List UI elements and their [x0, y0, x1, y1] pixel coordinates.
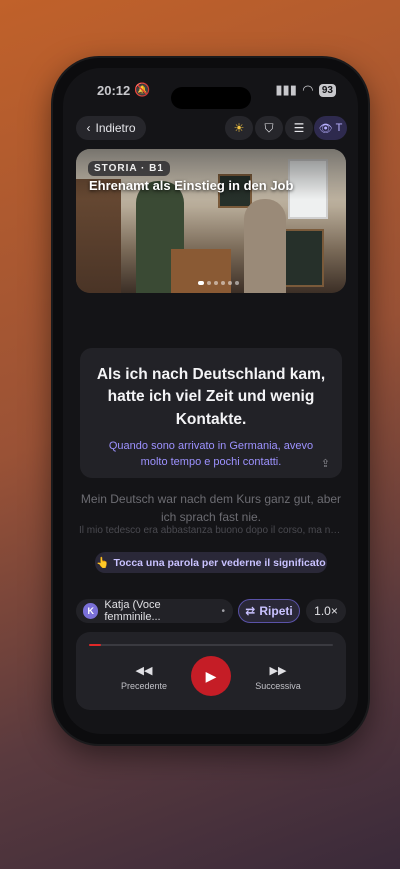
next-button[interactable]: ▶▶ Successiva: [248, 664, 308, 691]
eye-icon: 👁: [318, 122, 333, 135]
tap-word-hint: 👆 Tocca una parola per vederne il signif…: [95, 552, 327, 573]
rewind-icon: ◀◀: [135, 665, 153, 677]
status-time: 20:12 🔕: [97, 82, 151, 98]
play-button[interactable]: ▶: [191, 656, 231, 696]
bookmark-icon: ⛉: [264, 120, 274, 135]
voice-selector[interactable]: K Katja (Voce femminile... •: [76, 599, 233, 623]
bookmark-button[interactable]: ⛉: [255, 116, 283, 140]
voice-avatar: K: [83, 603, 99, 619]
share-icon[interactable]: ⇪: [321, 457, 330, 470]
carousel-dot: [207, 281, 211, 285]
progress-fill: [89, 644, 102, 646]
audio-player: ◀◀ Precedente ▶ ▶▶ Successiva: [76, 632, 346, 710]
previous-button[interactable]: ◀◀ Precedente: [114, 664, 174, 691]
translation-toggle-button[interactable]: 👁 T: [314, 116, 347, 140]
play-icon: ▶: [205, 667, 217, 684]
back-button[interactable]: ‹ Indietro: [76, 116, 146, 140]
playback-speed-button[interactable]: 1.0×: [306, 599, 346, 623]
carousel-dot: [214, 281, 218, 285]
sun-icon: ☀: [233, 121, 245, 135]
story-title: Ehrenamt als Einstieg in den Job: [89, 178, 294, 193]
battery-indicator: 93: [318, 83, 336, 97]
story-hero-image: STORIA · B1 Ehrenamt als Einstieg in den…: [76, 149, 346, 293]
voice-label: Katja (Voce femminile...: [104, 599, 161, 623]
next-sentence-italian: Il mio tedesco era abbastanza buono dopo…: [79, 525, 343, 536]
carousel-dot: [198, 281, 204, 285]
dynamic-island: [171, 87, 251, 109]
status-right: ▮▮▮ ◠ 93: [275, 82, 336, 98]
repeat-button[interactable]: ⇄ Ripeti: [238, 599, 300, 623]
phone-frame: 20:12 🔕 ▮▮▮ ◠ 93 ‹ Indietro ☀ ⛉ ☰ 👁 T ST…: [53, 58, 368, 744]
bell-slash-icon: 🔕: [134, 82, 151, 97]
carousel-dot: [228, 281, 232, 285]
current-sentence-italian: Quando sono arrivato in Germania, avevo …: [108, 440, 314, 468]
playback-progress[interactable]: [89, 644, 333, 646]
next-sentence-german[interactable]: Mein Deutsch war nach dem Kurs ganz gut,…: [79, 490, 343, 526]
list-button[interactable]: ☰: [285, 116, 313, 140]
app-screen: 20:12 🔕 ▮▮▮ ◠ 93 ‹ Indietro ☀ ⛉ ☰ 👁 T ST…: [63, 68, 358, 734]
chevron-left-icon: ‹: [86, 121, 91, 135]
signal-icon: ▮▮▮: [275, 82, 297, 97]
story-level-badge: STORIA · B1: [88, 161, 170, 176]
fast-forward-icon: ▶▶: [269, 665, 287, 677]
current-sentence-card[interactable]: Als ich nach Deutschland kam, hatte ich …: [80, 348, 342, 478]
current-sentence-german[interactable]: Als ich nach Deutschland kam, hatte ich …: [80, 348, 342, 431]
list-icon: ☰: [293, 121, 305, 135]
repeat-icon: ⇄: [245, 604, 256, 618]
carousel-dot: [221, 281, 225, 285]
chevron-down-icon: •: [221, 605, 225, 617]
wifi-icon: ◠: [302, 82, 313, 97]
pointing-hand-icon: 👆: [96, 557, 110, 569]
carousel-dots: [198, 281, 239, 285]
carousel-dot: [235, 281, 239, 285]
status-bar: 20:12 🔕 ▮▮▮ ◠ 93: [63, 80, 358, 109]
theme-toggle-button[interactable]: ☀: [225, 116, 253, 140]
